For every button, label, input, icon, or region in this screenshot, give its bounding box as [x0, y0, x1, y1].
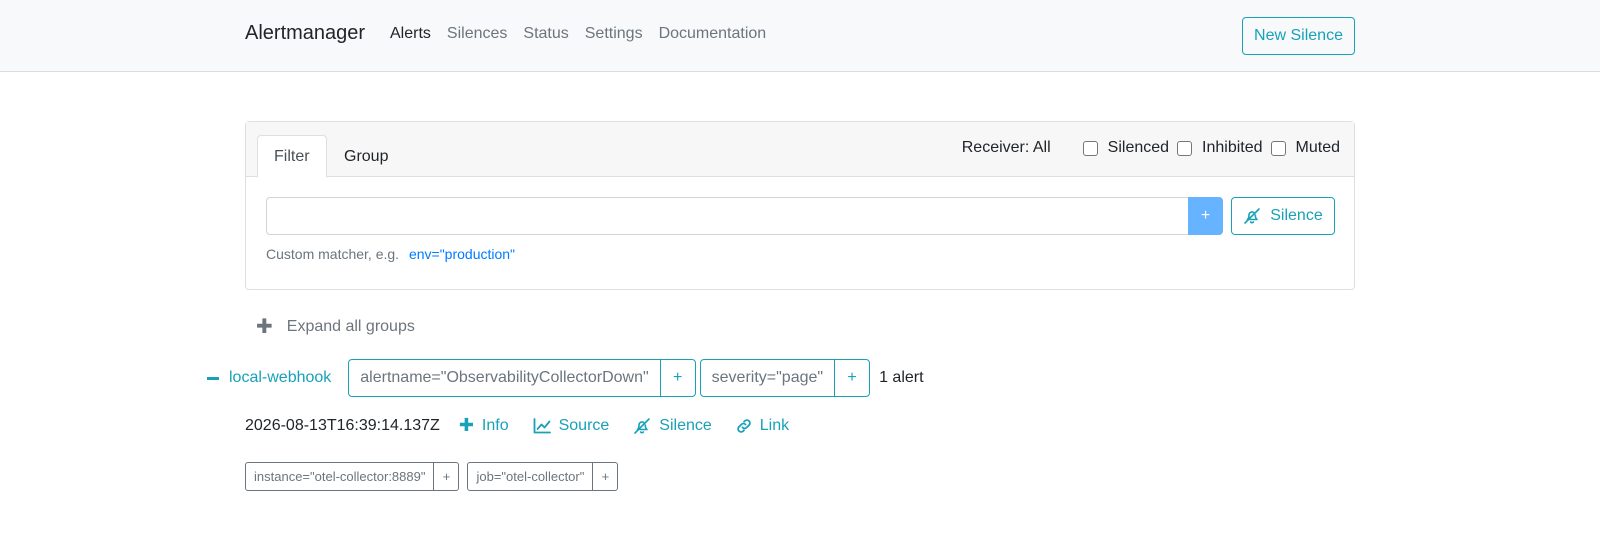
- plus-icon: ✚: [256, 316, 273, 338]
- brand-title[interactable]: Alertmanager: [245, 22, 365, 45]
- group-matcher-add-button[interactable]: +: [661, 360, 695, 396]
- nav-link-silences[interactable]: Silences: [447, 25, 507, 43]
- silenced-label: Silenced: [1107, 139, 1170, 156]
- tab-filter[interactable]: Filter: [257, 135, 327, 178]
- receiver-dropdown[interactable]: Receiver: All: [962, 139, 1051, 157]
- link-icon: [737, 418, 751, 433]
- add-matcher-button[interactable]: +: [1188, 197, 1223, 235]
- filter-options: Receiver: All Silenced Inhibited Muted: [962, 139, 1344, 157]
- filter-silence-label: Silence: [1270, 207, 1323, 224]
- tab-group[interactable]: Group: [328, 135, 404, 178]
- inhibited-label: Inhibited: [1202, 139, 1263, 156]
- minus-icon: [207, 376, 219, 380]
- label-chip-text[interactable]: instance="otel-collector:8889": [246, 463, 435, 490]
- bell-slash-icon: [1244, 208, 1261, 224]
- muted-checkbox[interactable]: [1270, 140, 1286, 156]
- filter-card: Filter Group Receiver: All Silenced Inhi…: [245, 121, 1355, 290]
- chart-line-icon: [533, 417, 551, 433]
- alert-silence-label: Silence: [659, 416, 712, 434]
- filter-card-header: Filter Group Receiver: All Silenced Inhi…: [246, 122, 1354, 178]
- group-matcher: alertname="ObservabilityCollectorDown" +: [348, 359, 696, 397]
- alert-labels: instance="otel-collector:8889" + job="ot…: [245, 462, 626, 491]
- alert-timestamp: 2026-08-13T16:39:14.137Z: [245, 416, 440, 434]
- label-add-button[interactable]: +: [593, 463, 617, 490]
- expand-all-label: Expand all groups: [286, 317, 415, 335]
- matcher-hint: Custom matcher, e.g. env="production": [266, 246, 515, 262]
- alert-row: 2026-08-13T16:39:14.137Z ✚ Info Source S…: [245, 415, 813, 436]
- alert-group-header: local-webhook alertname="ObservabilityCo…: [207, 359, 924, 397]
- info-label: Info: [481, 416, 509, 434]
- label-add-button[interactable]: +: [434, 463, 458, 490]
- nav-link-status[interactable]: Status: [523, 25, 568, 43]
- label-chip-text[interactable]: job="otel-collector": [468, 463, 594, 490]
- source-link[interactable]: Source: [533, 416, 610, 435]
- filter-card-body: + Silence Custom matcher, e.g. env="prod…: [246, 177, 1354, 289]
- group-matcher-add-button[interactable]: +: [835, 360, 869, 396]
- label-chip: instance="otel-collector:8889" +: [245, 462, 460, 491]
- source-label: Source: [558, 416, 610, 434]
- nav-links: Alerts Silences Status Settings Document…: [390, 25, 782, 43]
- silenced-checkbox[interactable]: [1082, 140, 1098, 156]
- navbar: Alertmanager Alerts Silences Status Sett…: [0, 0, 1600, 72]
- info-button[interactable]: ✚ Info: [459, 415, 509, 436]
- group-matcher: severity="page" +: [699, 359, 871, 397]
- nav-link-documentation[interactable]: Documentation: [659, 25, 767, 43]
- link-label: Link: [759, 416, 790, 434]
- group-matcher-label[interactable]: alertname="ObservabilityCollectorDown": [349, 360, 661, 396]
- muted-label: Muted: [1295, 139, 1340, 156]
- inhibited-checkbox[interactable]: [1177, 140, 1193, 156]
- filter-silence-button[interactable]: Silence: [1231, 197, 1335, 235]
- nav-link-settings[interactable]: Settings: [585, 25, 643, 43]
- silenced-toggle[interactable]: Silenced: [1082, 139, 1173, 157]
- alert-link[interactable]: Link: [736, 417, 789, 435]
- plus-icon: ✚: [458, 415, 474, 435]
- filter-input[interactable]: [266, 197, 1188, 235]
- inhibited-toggle[interactable]: Inhibited: [1177, 139, 1267, 157]
- hint-prefix: Custom matcher, e.g.: [266, 246, 400, 262]
- new-silence-button[interactable]: New Silence: [1242, 17, 1355, 55]
- group-receiver-name: local-webhook: [229, 369, 332, 386]
- expand-all-groups-button[interactable]: ✚ Expand all groups: [256, 314, 415, 339]
- nav-link-alerts[interactable]: Alerts: [390, 25, 431, 43]
- label-chip: job="otel-collector" +: [467, 462, 619, 491]
- alert-silence-button[interactable]: Silence: [633, 416, 712, 435]
- group-matcher-label[interactable]: severity="page": [701, 360, 836, 396]
- alert-count: 1 alert: [879, 369, 924, 386]
- bell-slash-icon: [634, 417, 651, 434]
- muted-toggle[interactable]: Muted: [1270, 139, 1344, 157]
- hint-example-link[interactable]: env="production": [409, 246, 515, 262]
- group-collapse-toggle[interactable]: local-webhook: [207, 369, 331, 387]
